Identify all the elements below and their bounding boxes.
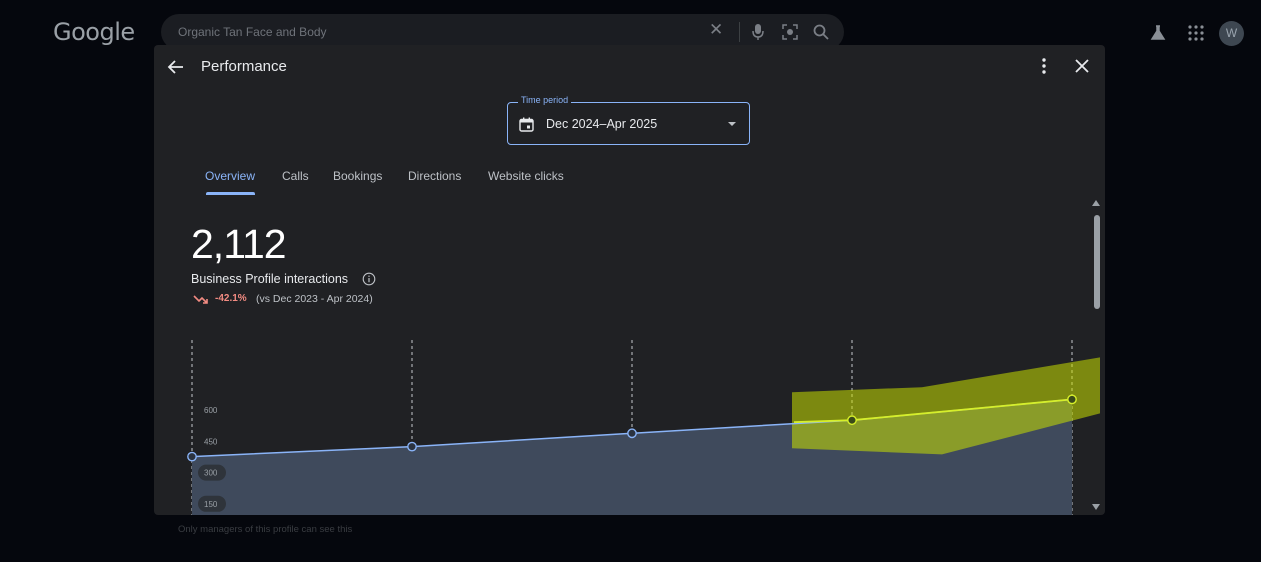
google-logo[interactable]: Google — [53, 18, 135, 46]
dropdown-arrow-icon — [728, 122, 736, 126]
metric-label: Business Profile interactions — [191, 272, 349, 286]
time-period-value: Dec 2024–Apr 2025 — [546, 117, 658, 131]
dialog-title: Performance — [201, 58, 287, 75]
data-point — [847, 415, 857, 426]
data-point — [187, 451, 197, 462]
scroll-down-arrow-icon[interactable] — [1092, 503, 1100, 511]
tab-overview[interactable]: Overview — [205, 169, 255, 183]
performance-dialog: Performance Time period Dec 2024–Apr 202… — [154, 45, 1105, 515]
clear-search-icon[interactable]: ✕ — [709, 20, 723, 40]
data-point — [1067, 394, 1077, 405]
tab-bookings[interactable]: Bookings — [333, 169, 382, 183]
lens-icon[interactable] — [781, 23, 799, 41]
total-interactions: 2,112 — [191, 221, 287, 267]
data-point — [407, 441, 417, 452]
change-percent: -42.1% — [215, 293, 247, 304]
more-options-icon[interactable] — [1035, 56, 1053, 76]
y-tick-label: 150 — [204, 500, 218, 509]
labs-flask-icon[interactable] — [1149, 24, 1167, 42]
scrollbar-thumb[interactable] — [1094, 215, 1100, 309]
time-period-label: Time period — [518, 95, 572, 105]
visibility-note: Only managers of this profile can see th… — [178, 524, 353, 535]
comparison-period: (vs Dec 2023 - Apr 2024) — [256, 293, 373, 305]
account-avatar[interactable]: W — [1219, 21, 1244, 46]
active-tab-indicator — [206, 192, 255, 195]
search-input[interactable]: Organic Tan Face and Body — [178, 25, 327, 39]
interactions-chart: 600 450 300 150 — [187, 340, 1100, 515]
scroll-up-arrow-icon[interactable] — [1092, 199, 1100, 207]
trending-down-icon — [193, 295, 208, 304]
y-tick-label: 300 — [204, 469, 218, 478]
tab-calls[interactable]: Calls — [282, 169, 309, 183]
search-divider — [739, 22, 740, 42]
y-tick-label: 600 — [204, 406, 218, 415]
info-icon[interactable] — [362, 272, 376, 286]
time-period-select[interactable]: Time period Dec 2024–Apr 2025 — [507, 95, 750, 145]
microphone-icon[interactable] — [751, 23, 765, 41]
data-point — [627, 428, 637, 439]
search-icon[interactable] — [812, 23, 830, 41]
back-arrow-icon[interactable] — [166, 57, 186, 77]
y-tick-label: 450 — [204, 437, 218, 446]
tab-website-clicks[interactable]: Website clicks — [488, 169, 564, 183]
calendar-icon — [519, 117, 534, 132]
apps-grid-icon[interactable] — [1188, 25, 1204, 41]
close-icon[interactable] — [1072, 56, 1092, 76]
tab-directions[interactable]: Directions — [408, 169, 461, 183]
